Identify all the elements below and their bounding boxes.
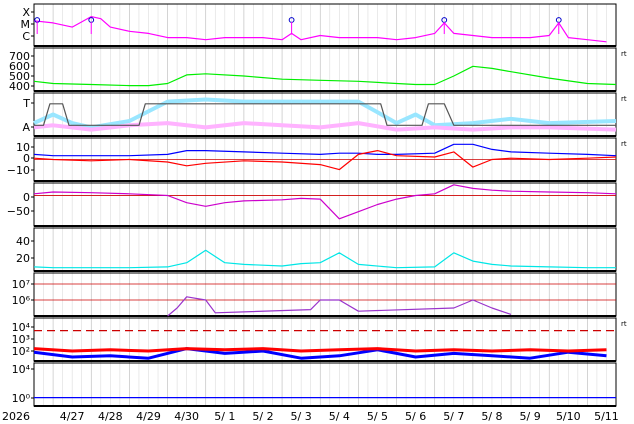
- tick-label-ae-index-1: 20: [16, 252, 30, 265]
- time-grid: [33, 4, 617, 406]
- tick-label-dst-0: 0: [23, 191, 30, 204]
- x-tick-label-3: 4/30: [174, 410, 199, 423]
- tick-label-xray-class-2: C: [22, 30, 30, 43]
- tick-label-imf-components-2: −10: [7, 164, 30, 177]
- tick-label-electron-flux-0: 10⁷: [12, 278, 30, 291]
- space-weather-chart-stack: XMC700600500400TA100−100−50402010⁷10⁶10⁴…: [2, 3, 627, 423]
- series-imf-components-0: [33, 143, 617, 157]
- panel-frame-solar-wind-speed: [33, 47, 617, 92]
- series-proton-flux-1: [33, 347, 607, 353]
- x-tick-label-9: 5/ 6: [405, 410, 426, 423]
- x-tick-label-7: 5/ 4: [329, 410, 350, 423]
- x-tick-label-1: 4/28: [98, 410, 123, 423]
- year-label: 2026: [2, 410, 30, 423]
- panel-frame-ae-index: [33, 227, 617, 272]
- x-tick-label-12: 5/ 9: [520, 410, 541, 423]
- panel-frames: [33, 3, 617, 407]
- panel-frame-proton-flux: [33, 317, 617, 362]
- series-ae-index-0: [33, 249, 616, 269]
- right-mark-3: rt: [621, 320, 627, 328]
- x-tick-label-10: 5/ 7: [443, 410, 464, 423]
- tick-label-solar-wind-speed-3: 400: [9, 80, 30, 93]
- panel-frame-proton-high: [33, 362, 617, 407]
- tick-label-proton-high-0: 10⁴: [12, 363, 31, 376]
- x-tick-label-0: 4/27: [60, 410, 85, 423]
- tick-label-imf-sector-1: A: [22, 121, 30, 134]
- series-dst-0: [33, 184, 617, 220]
- panel-frame-electron-flux: [33, 272, 617, 317]
- data-series: [33, 16, 617, 399]
- x-tick-label-5: 5/ 2: [252, 410, 273, 423]
- x-tick-label-6: 5/ 3: [291, 410, 312, 423]
- tick-label-imf-sector-0: T: [22, 97, 30, 110]
- series-imf-components-1: [33, 150, 617, 171]
- right-mark-1: rt: [621, 95, 627, 103]
- tick-label-dst-1: −50: [7, 205, 30, 218]
- x-tick-label-2: 4/29: [136, 410, 161, 423]
- panel-frame-imf-sector: [33, 92, 617, 137]
- right-mark-2: rt: [621, 140, 627, 148]
- x-tick-label-11: 5/ 8: [481, 410, 502, 423]
- tick-label-proton-high-1: 10⁰: [12, 392, 31, 405]
- panel-frame-xray-class: [33, 3, 617, 47]
- tick-label-electron-flux-1: 10⁶: [12, 294, 31, 307]
- tick-label-ae-index-0: 40: [16, 235, 30, 248]
- x-tick-label-14: 5/11: [594, 410, 619, 423]
- x-tick-label-13: 5/10: [556, 410, 581, 423]
- x-tick-label-8: 5/ 5: [367, 410, 388, 423]
- x-tick-label-4: 5/ 1: [214, 410, 235, 423]
- series-solar-wind-speed-0: [33, 65, 617, 87]
- right-mark-0: rt: [621, 50, 627, 58]
- tick-label-proton-flux-2: 10²: [12, 345, 30, 358]
